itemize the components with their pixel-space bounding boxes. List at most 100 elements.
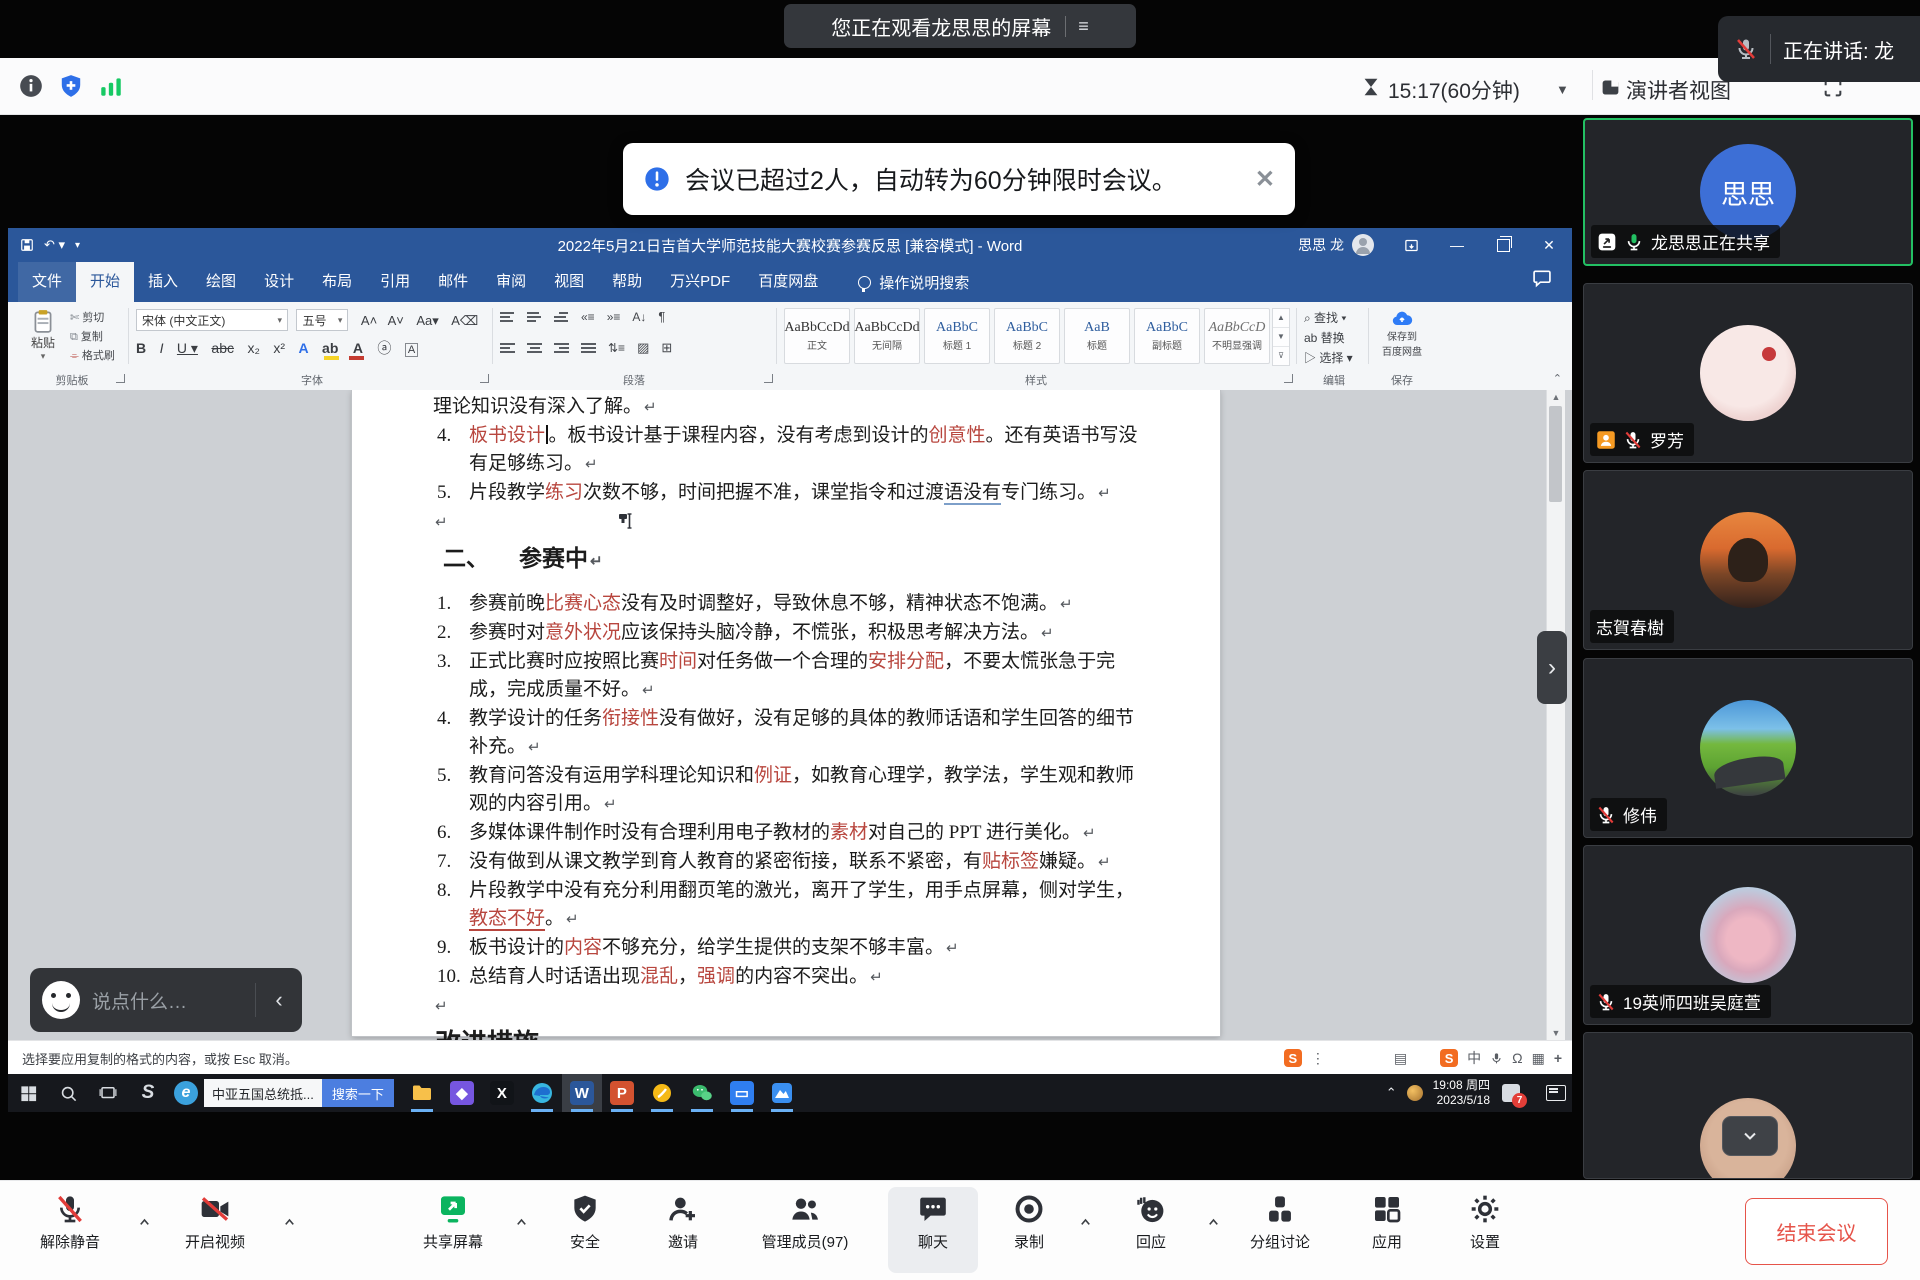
ime-toolbox-icon[interactable]: + (1554, 1050, 1562, 1066)
s-logo-app-icon[interactable]: S (128, 1074, 168, 1112)
change-case-icon[interactable]: Aa▾ (416, 313, 438, 328)
line-spacing-icon[interactable]: ⇅≡ (608, 341, 625, 355)
char-border-icon[interactable]: A (405, 343, 418, 357)
read-mode-icon[interactable]: ▤ (1394, 1050, 1407, 1067)
ribbon-tab-引用[interactable]: 引用 (366, 262, 424, 302)
highlight-icon[interactable]: ab (322, 340, 339, 356)
participant-tile-志賀春樹[interactable]: 志賀春樹 (1583, 470, 1913, 650)
toolbar-管理成员(97)[interactable]: 管理成员(97) (740, 1187, 870, 1273)
document-page[interactable]: 理论知识没有深入了解。↵4.板书设计。板书设计基于课程内容，没有考虑到设计的创意… (352, 390, 1220, 1036)
style-card-正文[interactable]: AaBbCcDd正文 (784, 308, 850, 364)
paragraph-dialog-launcher-icon[interactable] (764, 374, 773, 383)
account-avatar[interactable] (1352, 234, 1374, 256)
numbering-icon[interactable] (527, 310, 542, 324)
clear-format-icon[interactable]: A⌫ (451, 313, 478, 328)
chat-hint[interactable]: 说点什么… ‹ (30, 968, 302, 1032)
ribbon-tab-插入[interactable]: 插入 (134, 262, 192, 302)
tell-me-search[interactable]: 操作说明搜索 (858, 272, 969, 293)
tray-badged-app-icon[interactable]: 7 (1500, 1082, 1522, 1104)
restore-button[interactable] (1480, 228, 1526, 262)
align-center-icon[interactable] (527, 341, 542, 355)
notification-close-icon[interactable]: ✕ (1255, 165, 1275, 194)
align-left-icon[interactable] (500, 341, 515, 355)
style-card-副标题[interactable]: AaBbC副标题 (1134, 308, 1200, 364)
collapse-ribbon-icon[interactable]: ⌃ (1553, 372, 1562, 385)
taskbar-app-powerpoint[interactable]: P (602, 1074, 642, 1112)
taskbar-app-x-app[interactable]: X (482, 1074, 522, 1112)
timer-caret-icon[interactable]: ▼ (1556, 82, 1569, 97)
tray-expand-icon[interactable]: ⌃ (1386, 1085, 1397, 1101)
strikethrough-button[interactable]: abc (211, 340, 234, 356)
style-card-不明显强调[interactable]: AaBbCcD不明显强调 (1204, 308, 1270, 364)
ime-lang-icon[interactable]: 中 (1467, 1048, 1481, 1068)
ime-keyboard-icon[interactable]: ▦ (1532, 1050, 1545, 1067)
tray-network-icon[interactable] (1407, 1085, 1423, 1101)
font-color-icon[interactable]: A (353, 340, 364, 356)
news-search-button[interactable]: 搜索一下 (322, 1079, 394, 1107)
task-view-icon[interactable] (88, 1074, 128, 1112)
emoji-icon[interactable] (42, 981, 80, 1019)
ribbon-tab-邮件[interactable]: 邮件 (424, 262, 482, 302)
taskbar-app-purple-app[interactable]: ◆ (442, 1074, 482, 1112)
toolbar-解除静音[interactable]: 解除静音 (5, 1187, 135, 1273)
participant-tile-龙思思正在共享[interactable]: 思思龙思思正在共享 (1583, 118, 1913, 266)
ribbon-tab-绘图[interactable]: 绘图 (192, 262, 250, 302)
format-painter-button[interactable]: ⌯ 格式刷 (70, 347, 115, 366)
bold-button[interactable]: B (136, 340, 146, 356)
toolbar-回应[interactable]: 回应 (1086, 1187, 1216, 1273)
font-dialog-launcher-icon[interactable] (480, 374, 489, 383)
menu-dots-icon[interactable]: ⋮ (1311, 1050, 1325, 1067)
bullets-icon[interactable] (500, 310, 515, 324)
style-card-标题 2[interactable]: AaBbC标题 2 (994, 308, 1060, 364)
participant-tile-partial[interactable] (1583, 1032, 1913, 1179)
justify-icon[interactable] (581, 341, 596, 355)
account-name[interactable]: 思思 龙 (1298, 235, 1344, 255)
sort-icon[interactable]: A↓ (632, 310, 646, 324)
close-button[interactable]: ✕ (1526, 228, 1572, 262)
show-marks-icon[interactable]: ¶ (658, 309, 665, 324)
banner-menu-icon[interactable]: ≡ (1065, 16, 1089, 37)
network-signal-icon[interactable] (98, 73, 124, 99)
editing-查找-button[interactable]: ⌕ 查找 ▾ (1304, 308, 1353, 328)
news-widget[interactable]: e 中亚五国总统抵... 搜索一下 (174, 1074, 394, 1112)
minimize-button[interactable]: — (1434, 228, 1480, 262)
editing-选择-button[interactable]: ▷ 选择 ▾ (1304, 348, 1353, 368)
sidebar-toggle[interactable]: › (1537, 631, 1567, 704)
document-area[interactable]: 理论知识没有深入了解。↵4.板书设计。板书设计基于课程内容，没有考虑到设计的创意… (8, 390, 1572, 1040)
shield-protect-icon[interactable] (58, 73, 84, 99)
ime-sogou-icon[interactable]: S (1440, 1049, 1458, 1067)
sogou-icon[interactable]: S (1284, 1049, 1302, 1067)
enclose-char-icon[interactable]: ⓐ (377, 340, 391, 356)
font-name-select[interactable]: 宋体 (中文正文)▾ (136, 309, 288, 331)
styles-dialog-launcher-icon[interactable] (1284, 374, 1293, 383)
document-scrollbar[interactable]: ▲ ▼ (1546, 390, 1565, 1040)
sidebar-collapse-button[interactable] (1722, 1116, 1778, 1156)
taskbar-app-edge[interactable] (522, 1074, 562, 1112)
scroll-up-icon[interactable]: ▲ (1547, 392, 1565, 402)
chat-collapse-icon[interactable]: ‹ (256, 987, 302, 1013)
ribbon-tab-帮助[interactable]: 帮助 (598, 262, 656, 302)
grow-font-icon[interactable]: A˄ (361, 313, 377, 328)
align-right-icon[interactable] (554, 341, 569, 355)
participant-tile-19英师四班吴庭萱[interactable]: 19英师四班吴庭萱 (1583, 845, 1913, 1025)
document-text[interactable]: 理论知识没有深入了解。↵4.板书设计。板书设计基于课程内容，没有考虑到设计的创意… (433, 393, 1139, 1040)
style-card-无间隔[interactable]: AaBbCcDd无间隔 (854, 308, 920, 364)
toolbar-设置[interactable]: 设置 (1420, 1187, 1550, 1273)
news-headline[interactable]: 中亚五国总统抵... (204, 1079, 322, 1107)
taskbar-app-word[interactable]: W (562, 1074, 602, 1112)
ribbon-tab-设计[interactable]: 设计 (250, 262, 308, 302)
underline-button[interactable]: U ▾ (177, 340, 198, 356)
multilevel-list-icon[interactable] (554, 310, 569, 324)
chat-placeholder[interactable]: 说点什么… (92, 987, 255, 1014)
scrollbar-thumb[interactable] (1549, 406, 1562, 502)
participant-tile-修伟[interactable]: 修伟 (1583, 658, 1913, 838)
scroll-down-icon[interactable]: ▼ (1547, 1028, 1565, 1038)
layout-view-icon[interactable] (1600, 77, 1626, 103)
toolbar-邀请[interactable]: 邀请 (618, 1187, 748, 1273)
start-button[interactable] (8, 1074, 48, 1112)
taskbar-app-file-explorer[interactable] (402, 1074, 442, 1112)
copy-button[interactable]: ⧉ 复制 (70, 328, 115, 347)
cut-button[interactable]: ✄ 剪切 (70, 309, 115, 328)
text-effects-icon[interactable]: A (298, 340, 308, 356)
ime-symbols-icon[interactable]: Ω (1512, 1050, 1522, 1066)
